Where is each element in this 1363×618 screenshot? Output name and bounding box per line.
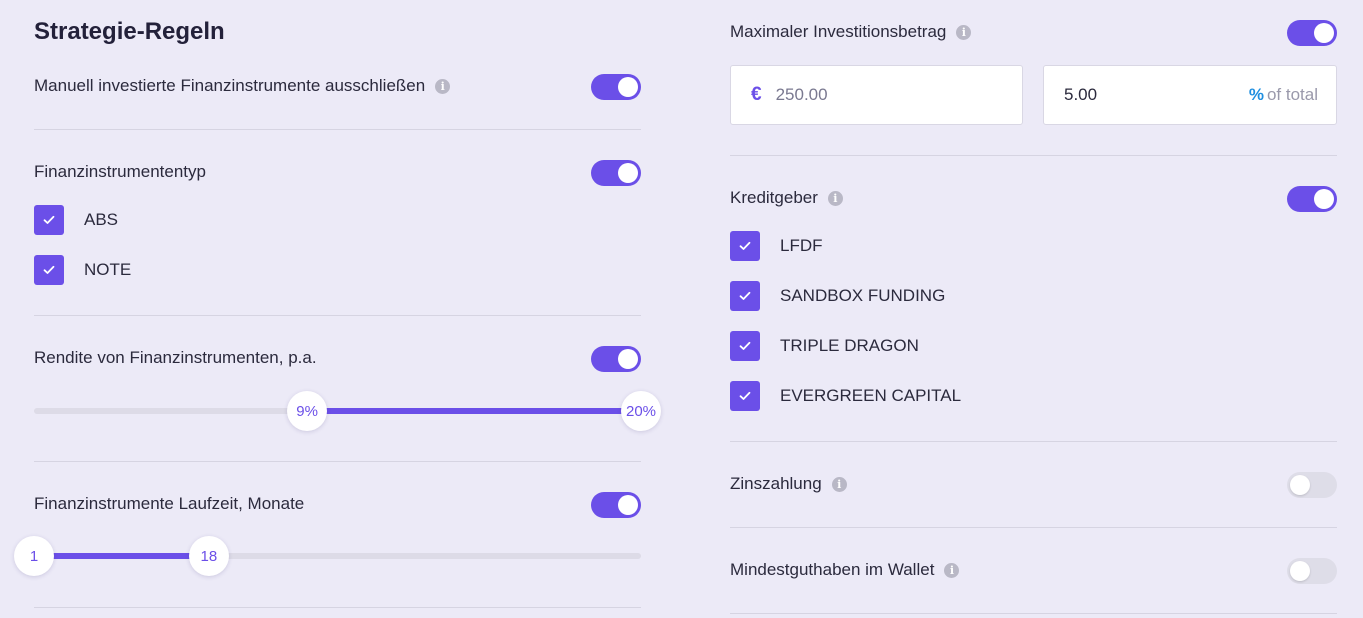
divider (730, 155, 1337, 156)
checkbox-row-abs[interactable]: ABS (34, 205, 118, 235)
checkbox-label: TRIPLE DRAGON (780, 336, 919, 355)
min-wallet-row: Mindestguthaben im Wallet i (730, 560, 960, 580)
checkbox-label: LFDF (780, 236, 823, 255)
percent-symbol: % (1248, 85, 1264, 104)
percent-suffix: % of total (1249, 85, 1318, 105)
slider-fill (307, 408, 641, 414)
info-icon[interactable]: i (435, 78, 451, 94)
checkbox[interactable] (34, 255, 64, 285)
checkbox-label: EVERGREEN CAPITAL (780, 386, 962, 405)
divider (730, 613, 1337, 614)
divider (730, 527, 1337, 528)
toggle-knob (1314, 23, 1334, 43)
divider (34, 461, 641, 462)
interest-payment-row: Zinszahlung i (730, 474, 847, 494)
max-investment-toggle[interactable] (1287, 20, 1337, 46)
percent-suffix-text: of total (1266, 85, 1318, 104)
toggle-knob (618, 163, 638, 183)
checkbox-row-note[interactable]: NOTE (34, 255, 131, 285)
max-investment-row: Maximaler Investitionsbetrag i (730, 22, 972, 42)
check-icon (43, 265, 55, 274)
divider (34, 607, 641, 608)
instrument-type-row: Finanzinstrumententyp (34, 162, 206, 182)
check-icon (739, 291, 751, 300)
term-row: Finanzinstrumente Laufzeit, Monate (34, 494, 304, 514)
checkbox[interactable] (730, 381, 760, 411)
checkbox-label: NOTE (84, 260, 132, 279)
checkbox[interactable] (730, 331, 760, 361)
percent-value: 5.00 (1064, 85, 1098, 104)
slider-handle-min[interactable]: 1 (14, 536, 54, 576)
divider (34, 129, 641, 130)
term-toggle[interactable] (591, 492, 641, 518)
max-investment-label: Maximaler Investitionsbetrag (730, 22, 947, 41)
page-title: Strategie-Regeln (34, 18, 225, 45)
checkbox-row-evergreen-capital[interactable]: EVERGREEN CAPITAL (730, 381, 961, 411)
divider (34, 315, 641, 316)
info-icon[interactable]: i (944, 562, 960, 578)
toggle-knob (618, 349, 638, 369)
lenders-row: Kreditgeber i (730, 188, 843, 208)
amount-value: 250.00 (775, 85, 828, 104)
check-icon (739, 391, 751, 400)
info-icon[interactable]: i (831, 476, 847, 492)
divider (730, 441, 1337, 442)
toggle-knob (1290, 561, 1310, 581)
slider-handle-max[interactable]: 20% (621, 391, 661, 431)
yield-range-slider[interactable]: 9% 20% (34, 391, 661, 431)
instrument-type-label: Finanzinstrumententyp (34, 162, 206, 181)
min-wallet-toggle[interactable] (1287, 558, 1337, 584)
exclude-manual-label: Manuell investierte Finanzinstrumente au… (34, 76, 426, 95)
check-icon (43, 215, 55, 224)
interest-payment-label: Zinszahlung (730, 474, 822, 493)
exclude-manual-row: Manuell investierte Finanzinstrumente au… (34, 76, 451, 96)
check-icon (739, 341, 751, 350)
percent-input[interactable]: 5.00 % of total (1043, 65, 1337, 125)
checkbox-label: ABS (84, 210, 119, 229)
checkbox-row-sandbox-funding[interactable]: SANDBOX FUNDING (730, 281, 945, 311)
exclude-manual-toggle[interactable] (591, 74, 641, 100)
yield-toggle[interactable] (591, 346, 641, 372)
checkbox-row-triple-dragon[interactable]: TRIPLE DRAGON (730, 331, 919, 361)
lenders-toggle[interactable] (1287, 186, 1337, 212)
term-range-slider[interactable]: 1 18 (14, 536, 641, 576)
instrument-type-toggle[interactable] (591, 160, 641, 186)
min-wallet-label: Mindestguthaben im Wallet (730, 560, 935, 579)
checkbox-row-lfdf[interactable]: LFDF (730, 231, 823, 261)
slider-fill (34, 553, 209, 559)
info-icon[interactable]: i (956, 24, 972, 40)
checkbox[interactable] (34, 205, 64, 235)
checkbox[interactable] (730, 231, 760, 261)
toggle-knob (618, 495, 638, 515)
euro-icon: € (751, 84, 762, 105)
toggle-knob (1314, 189, 1334, 209)
yield-label: Rendite von Finanzinstrumenten, p.a. (34, 348, 317, 367)
slider-handle-min[interactable]: 9% (287, 391, 328, 431)
amount-input[interactable]: € 250.00 (730, 65, 1023, 125)
yield-row: Rendite von Finanzinstrumenten, p.a. (34, 348, 317, 368)
lenders-label: Kreditgeber (730, 188, 818, 207)
interest-payment-toggle[interactable] (1287, 472, 1337, 498)
slider-handle-max[interactable]: 18 (188, 536, 229, 576)
toggle-knob (1290, 475, 1310, 495)
term-label: Finanzinstrumente Laufzeit, Monate (34, 494, 305, 513)
check-icon (739, 241, 751, 250)
info-icon[interactable]: i (827, 190, 843, 206)
checkbox-label: SANDBOX FUNDING (780, 286, 946, 305)
checkbox[interactable] (730, 281, 760, 311)
toggle-knob (618, 77, 638, 97)
